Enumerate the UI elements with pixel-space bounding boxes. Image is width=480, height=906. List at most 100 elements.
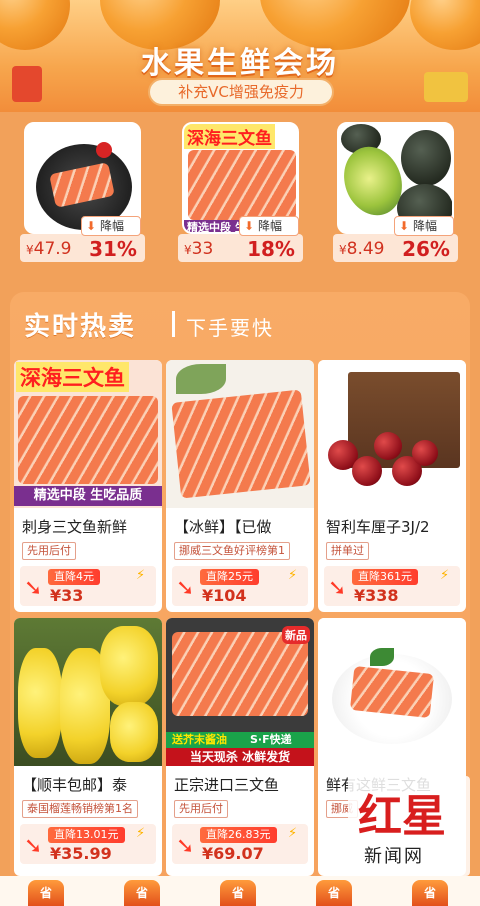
deal-card[interactable]: 深海三文鱼 精选中段 生 ¥33 ⬇ 降幅 18% (178, 118, 303, 263)
product-name: 刺身三文鱼新鲜 (22, 518, 128, 536)
price-drop-row: ¥47.9 ⬇ 降幅 31% 深海三文鱼 精选中段 生 ¥33 ⬇ 降幅 18% ¥… (0, 118, 480, 268)
currency-symbol: ¥ (184, 243, 192, 257)
product-price: ¥35.99 (50, 844, 112, 863)
product-card[interactable]: 深海三文鱼 精选中段 生吃品质 刺身三文鱼新鲜 先用后付 ➘ 直降4元 ⚡ ¥3… (14, 360, 162, 612)
currency-symbol: ¥ (26, 243, 34, 257)
product-card[interactable]: 【顺丰包邮】泰 泰国榴莲畅销榜第1名 ➘ 直降13.01元 ⚡ ¥35.99 (14, 618, 162, 876)
watermark-subtitle: 新闻网 (364, 846, 424, 867)
price-cut-label: 直降361元 (352, 569, 418, 585)
banner-subtitle: 补充VC增强免疫力 (148, 78, 334, 106)
product-card[interactable]: 【冰鲜】【已做 挪威三文鱼好评榜第1 ➘ 直降25元 ⚡ ¥104 (166, 360, 314, 612)
durian-image (110, 702, 158, 762)
salmon-image (188, 150, 296, 220)
salmon-image (172, 632, 308, 716)
cherry-image (374, 432, 402, 460)
arrow-down-icon: ➘ (328, 576, 347, 601)
lightning-icon: ⚡ (440, 568, 450, 583)
banner-title: 水果生鲜会场 (141, 46, 339, 81)
drop-percent: 26% (402, 237, 450, 261)
product-tag: 先用后付 (174, 800, 228, 818)
watermark-logo: 红星 新闻网 (348, 776, 470, 876)
product-price: ¥69.07 (202, 844, 264, 863)
product-tag: 拼单过 (326, 542, 369, 560)
lightning-icon: ⚡ (288, 568, 298, 583)
arrow-down-icon: ⬇ (399, 219, 410, 233)
new-badge: 新品 (282, 626, 310, 644)
image-band-label: 送芥末酱油 (172, 733, 227, 746)
image-title-label: 深海三文鱼 (16, 362, 129, 392)
hot-sales-subtitle: 下手要快 (186, 316, 274, 340)
lightning-icon: ⚡ (136, 826, 146, 841)
image-title-label: 深海三文鱼 (184, 124, 275, 149)
deal-card[interactable]: ¥47.9 ⬇ 降幅 31% (20, 118, 145, 263)
drop-label: 降幅 (100, 219, 125, 233)
save-tab-icon[interactable]: 省 (28, 880, 64, 906)
salmon-image (171, 389, 311, 499)
save-tab-icon[interactable]: 省 (220, 880, 256, 906)
hot-sales-title: 实时热卖 (24, 312, 137, 342)
promo-banner: 水果生鲜会场 补充VC增强免疫力 (0, 0, 480, 112)
arrow-down-icon: ⬇ (244, 219, 255, 233)
product-image: 新品 送芥末酱油 S·F快递 当天现杀 冰鲜发货 (166, 618, 314, 766)
product-card[interactable]: 新品 送芥末酱油 S·F快递 当天现杀 冰鲜发货 正宗进口三文鱼 先用后付 ➘ … (166, 618, 314, 876)
salmon-image (349, 665, 435, 719)
drop-tag: ⬇ 降幅 (394, 216, 454, 236)
deal-price: 47.9 (33, 239, 72, 259)
arrow-down-icon: ➘ (176, 834, 195, 859)
image-band-label: 精选中段 生吃品质 (14, 486, 162, 506)
lightning-icon: ⚡ (136, 568, 146, 583)
product-card[interactable]: 智利车厘子3J/2 拼单过 ➘ 直降361元 ⚡ ¥338 (318, 360, 466, 612)
drop-tag: ⬇ 降幅 (81, 216, 141, 236)
cherry-image (352, 456, 382, 486)
image-band-label: S·F快递 (250, 733, 292, 746)
tomato-icon (96, 142, 112, 158)
product-price: ¥338 (354, 586, 399, 605)
product-name: 正宗进口三文鱼 (174, 776, 280, 794)
price-box: ➘ 直降25元 ⚡ ¥104 (172, 566, 308, 606)
product-image (318, 618, 466, 766)
product-tag: 泰国榴莲畅销榜第1名 (22, 800, 138, 818)
durian-image (100, 626, 158, 706)
durian-image (18, 648, 62, 758)
product-price: ¥33 (50, 586, 84, 605)
drop-label: 降幅 (413, 219, 438, 233)
watermark-title: 红星 (358, 791, 446, 842)
save-tab-icon[interactable]: 省 (316, 880, 352, 906)
save-tab-icon[interactable]: 省 (412, 880, 448, 906)
product-name: 【顺丰包邮】泰 (22, 776, 128, 794)
save-tab-icon[interactable]: 省 (124, 880, 160, 906)
salmon-image (18, 396, 158, 484)
product-tag: 挪威三文鱼好评榜第1 (174, 542, 290, 560)
arrow-down-icon: ➘ (24, 576, 43, 601)
price-box: ➘ 直降4元 ⚡ ¥33 (20, 566, 156, 606)
lightning-icon: ⚡ (288, 826, 298, 841)
fruit-box-image (348, 372, 460, 468)
title-divider (172, 311, 175, 337)
product-price: ¥104 (202, 586, 247, 605)
leaf-image (370, 648, 394, 666)
arrow-down-icon: ➘ (24, 834, 43, 859)
product-name: 智利车厘子3J/2 (326, 518, 430, 536)
product-name: 【冰鲜】【已做 (174, 518, 272, 536)
price-box: ➘ 直降361元 ⚡ ¥338 (324, 566, 460, 606)
image-band-label: 当天现杀 冰鲜发货 (166, 748, 314, 766)
arrow-down-icon: ➘ (176, 576, 195, 601)
price-cut-label: 直降25元 (200, 569, 259, 585)
product-image (166, 360, 314, 508)
drop-percent: 31% (89, 237, 137, 261)
price-cut-label: 直降13.01元 (48, 827, 125, 843)
price-cut-label: 直降26.83元 (200, 827, 277, 843)
price-cut-label: 直降4元 (48, 569, 100, 585)
product-image (14, 618, 162, 766)
leaf-image (176, 364, 226, 394)
drop-label: 降幅 (258, 219, 283, 233)
drop-tag: ⬇ 降幅 (239, 216, 299, 236)
deal-card[interactable]: ¥8.49 ⬇ 降幅 26% (333, 118, 458, 263)
deal-price: 8.49 (346, 239, 385, 259)
price-box: ➘ 直降13.01元 ⚡ ¥35.99 (20, 824, 156, 864)
deal-price: 33 (191, 239, 214, 259)
cherry-image (412, 440, 438, 466)
product-image: 深海三文鱼 精选中段 生吃品质 (14, 360, 162, 508)
product-tag: 先用后付 (22, 542, 76, 560)
price-box: ➘ 直降26.83元 ⚡ ¥69.07 (172, 824, 308, 864)
